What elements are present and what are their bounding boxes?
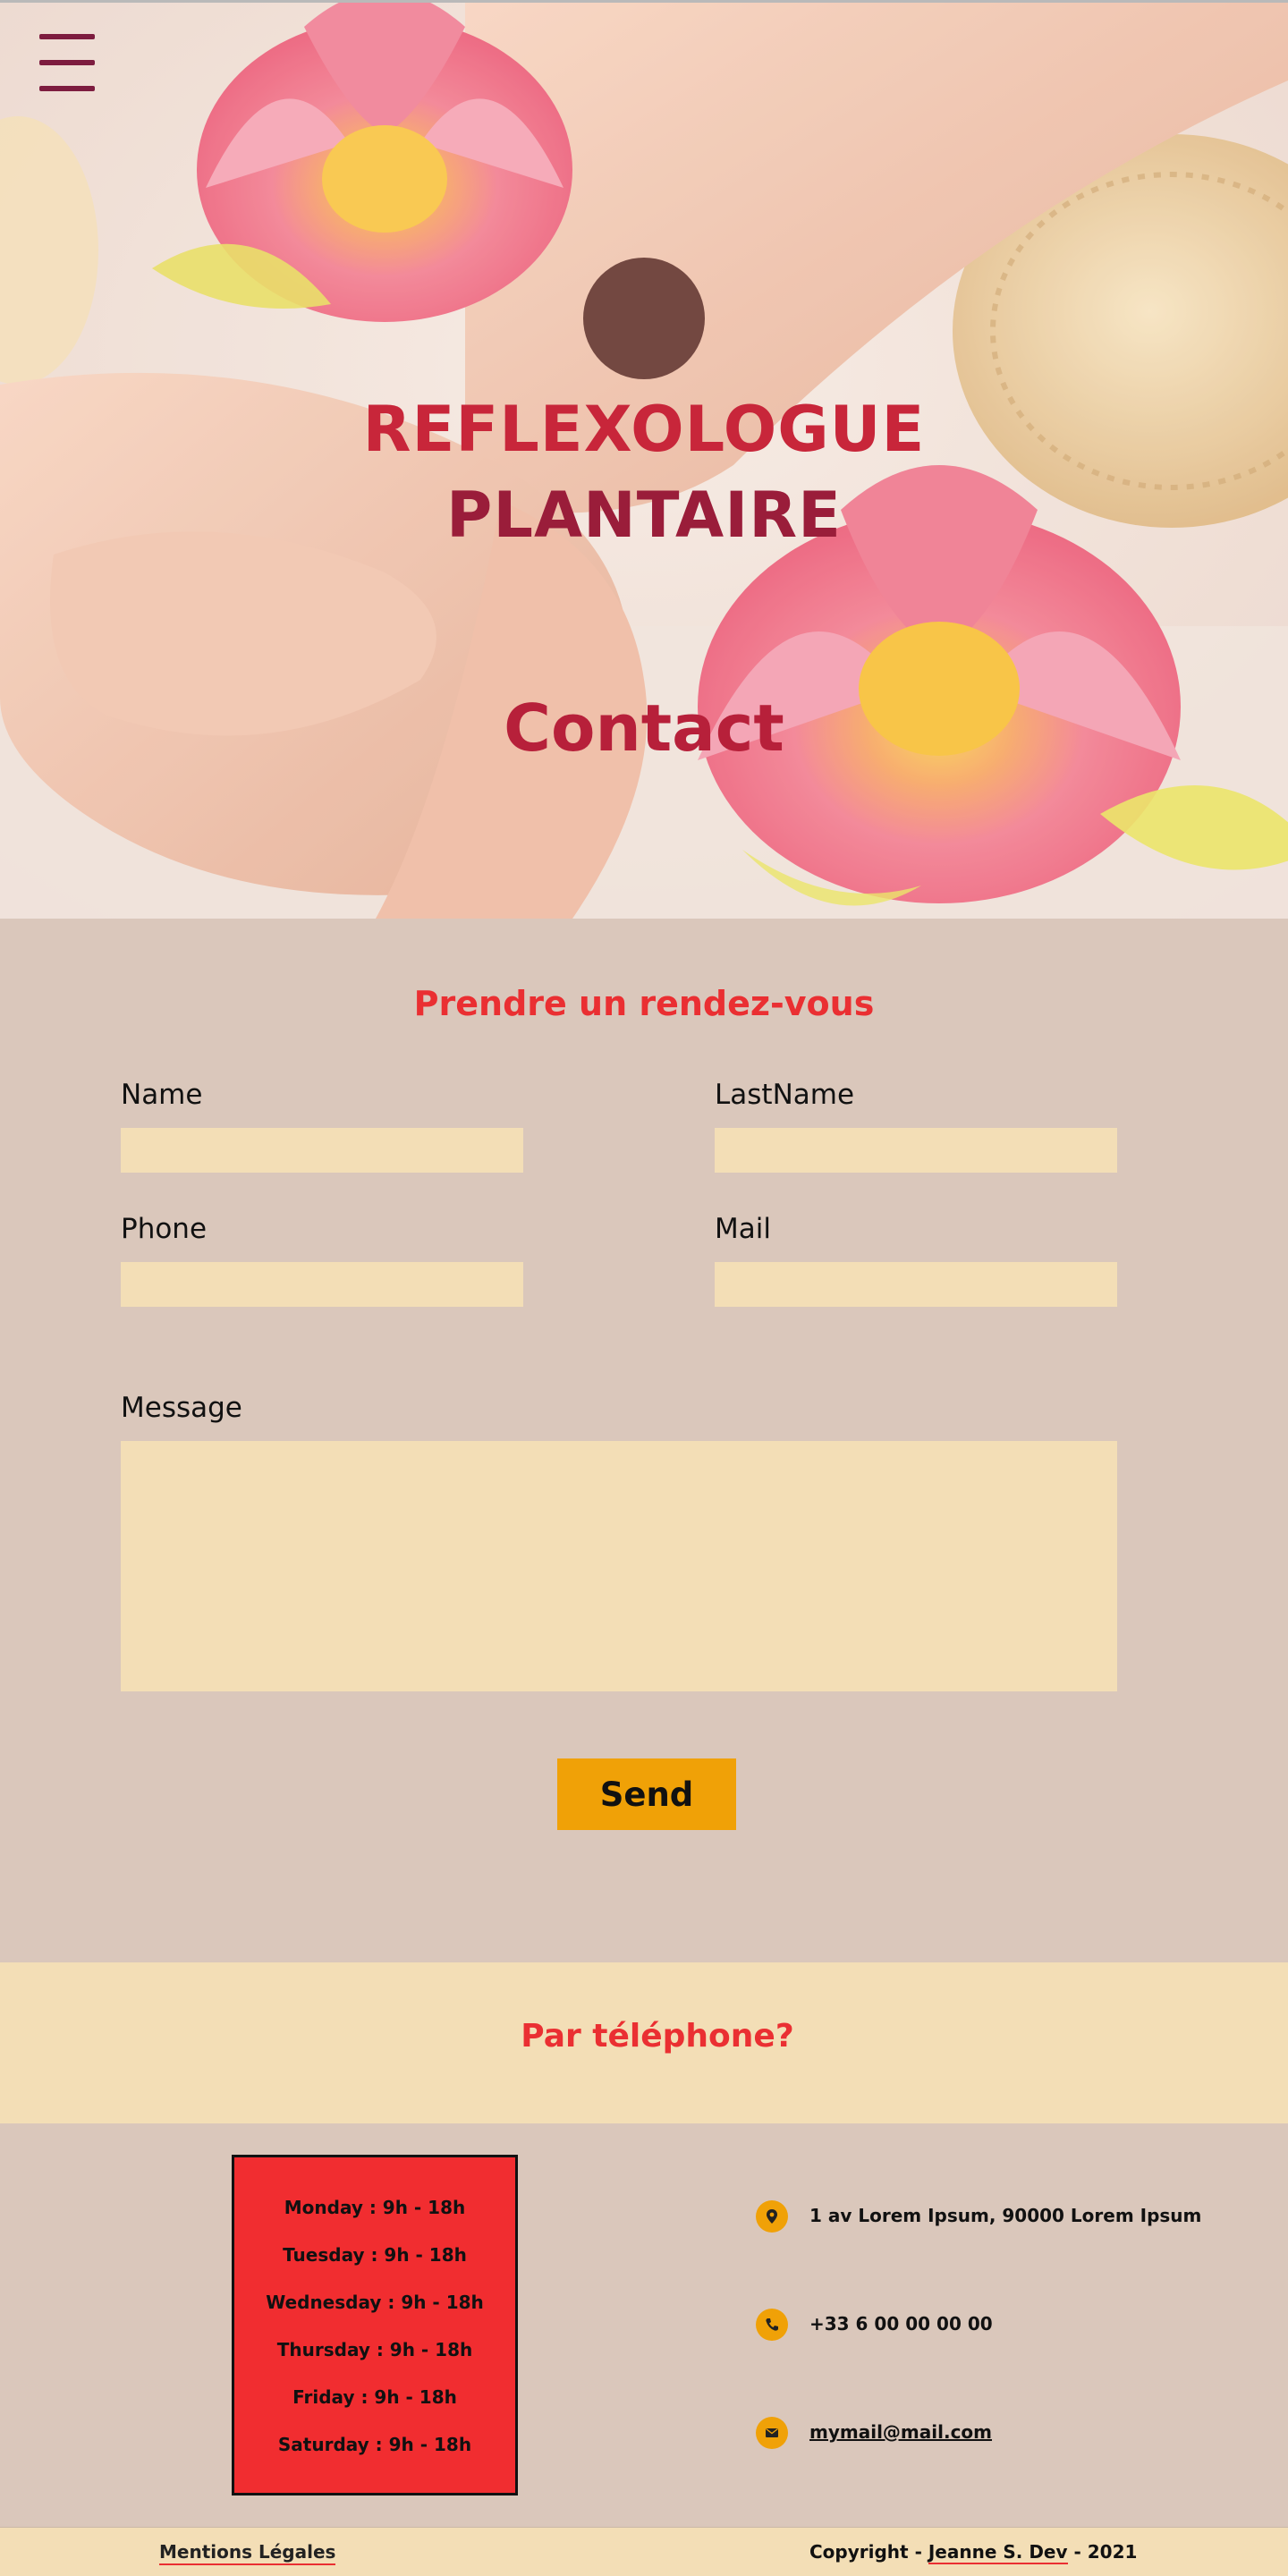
name-label: Name (121, 1079, 203, 1111)
phone-input[interactable] (121, 1262, 523, 1307)
brand-line-2: PLANTAIRE (446, 479, 842, 552)
opening-hours-box: Monday : 9h - 18h Tuesday : 9h - 18h Wed… (232, 2155, 518, 2496)
name-input[interactable] (121, 1128, 523, 1173)
author-link[interactable]: Jeanne S. Dev (928, 2541, 1068, 2564)
mail-label: Mail (715, 1213, 771, 1245)
legal-notice-link[interactable]: Mentions Légales (159, 2541, 336, 2565)
phone-section-title: Par téléphone? (521, 2018, 794, 2055)
envelope-icon (756, 2417, 788, 2449)
hours-row: Wednesday : 9h - 18h (266, 2292, 484, 2313)
logo-circle (583, 258, 705, 379)
hours-row: Thursday : 9h - 18h (276, 2339, 473, 2360)
copyright: Copyright - Jeanne S. Dev - 2021 (809, 2541, 1138, 2564)
brand-line-1: REFLEXOLOGUE (362, 393, 926, 466)
email-link[interactable]: mymail@mail.com (809, 2421, 992, 2443)
phone-text: +33 6 00 00 00 00 (809, 2313, 993, 2334)
message-label: Message (121, 1392, 242, 1424)
copyright-prefix: Copyright - (809, 2541, 928, 2563)
mail-input[interactable] (715, 1262, 1117, 1307)
hero-banner: REFLEXOLOGUE PLANTAIRE Contact (0, 0, 1288, 919)
hours-row: Saturday : 9h - 18h (277, 2434, 472, 2455)
hours-row: Friday : 9h - 18h (292, 2386, 457, 2408)
lastname-input[interactable] (715, 1128, 1117, 1173)
brand-title: REFLEXOLOGUE PLANTAIRE (286, 386, 1002, 558)
send-button[interactable]: Send (557, 1758, 736, 1830)
hamburger-menu-icon[interactable] (39, 34, 95, 93)
hours-row: Monday : 9h - 18h (284, 2197, 466, 2218)
lastname-label: LastName (715, 1079, 855, 1111)
address-text: 1 av Lorem Ipsum, 90000 Lorem Ipsum (809, 2205, 1202, 2226)
page-title: Contact (504, 691, 784, 766)
copyright-suffix: - 2021 (1067, 2541, 1138, 2563)
phone-icon (756, 2309, 788, 2341)
message-textarea[interactable] (121, 1441, 1117, 1691)
top-border (0, 0, 1288, 3)
form-heading: Prendre un rendez-vous (413, 984, 875, 1023)
location-pin-icon (756, 2200, 788, 2233)
hours-row: Tuesday : 9h - 18h (283, 2244, 467, 2266)
phone-label: Phone (121, 1213, 208, 1245)
